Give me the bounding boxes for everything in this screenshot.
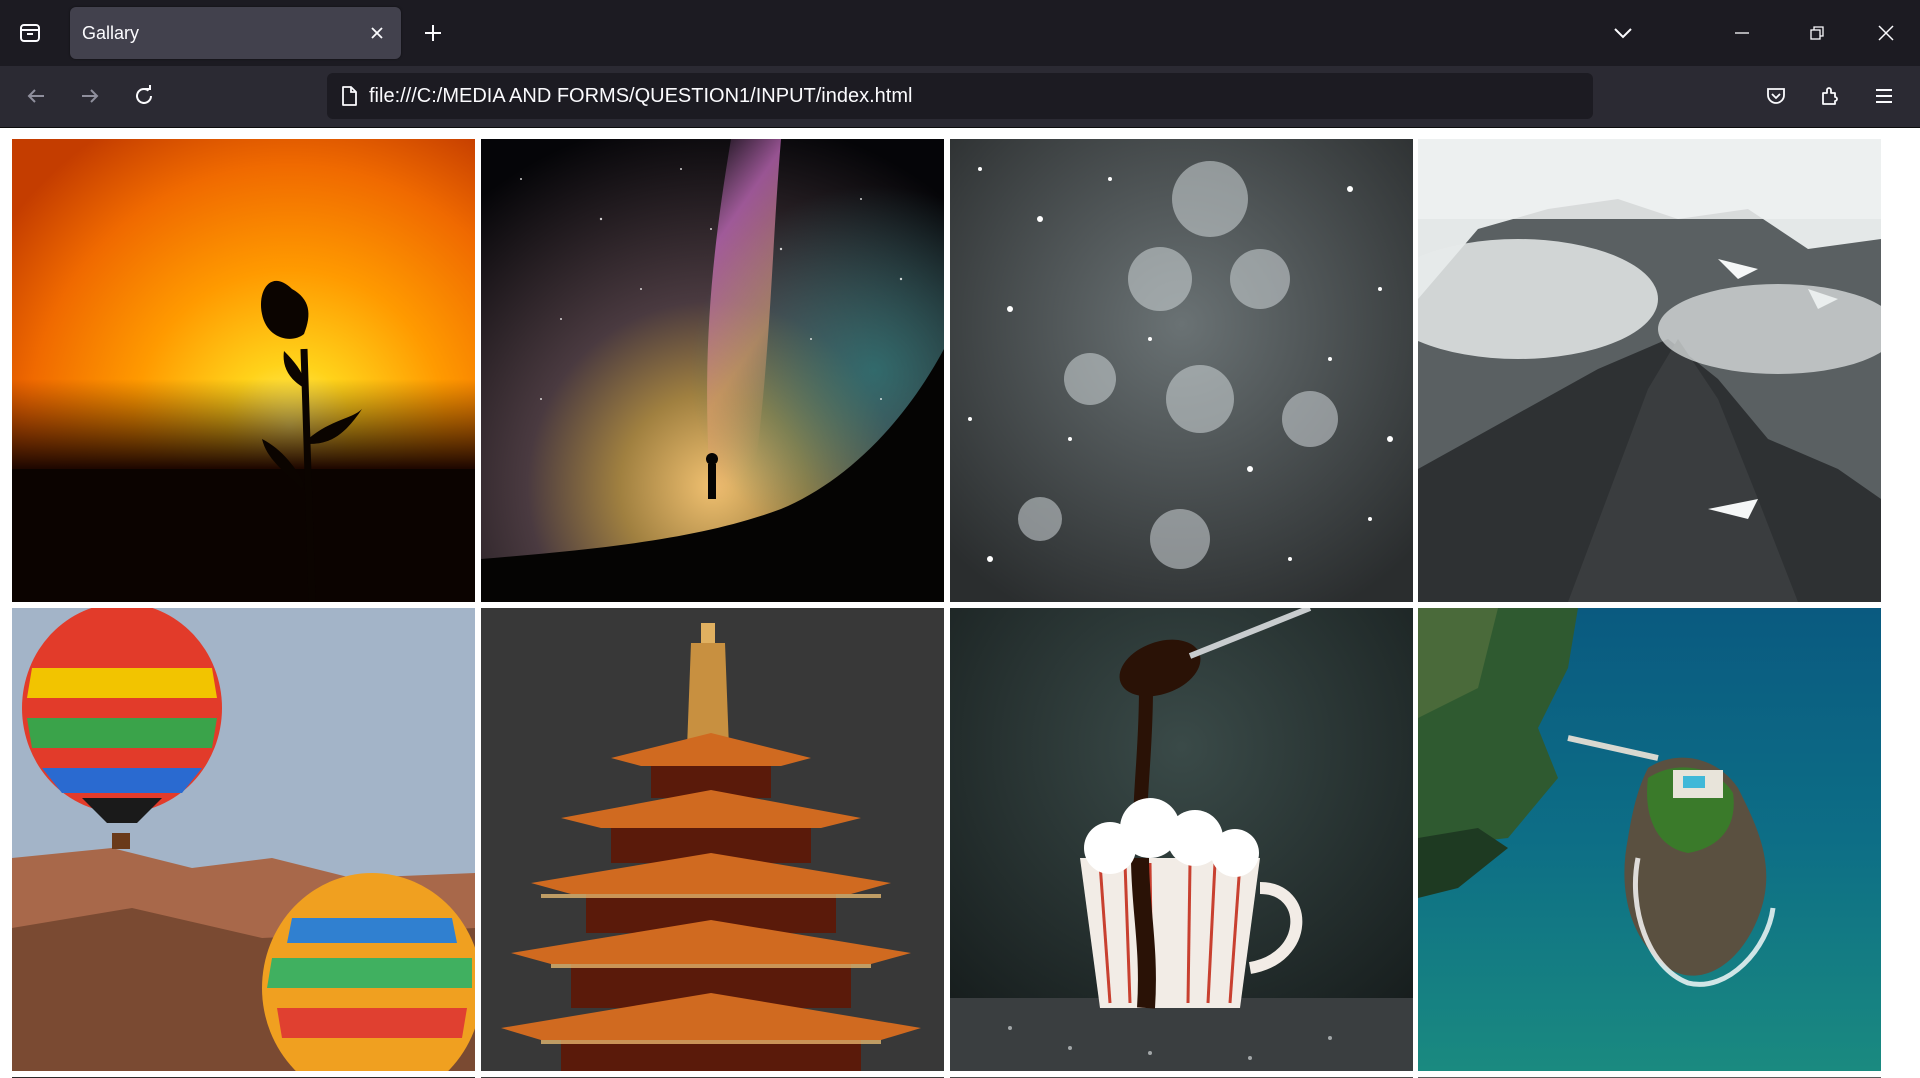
page-content bbox=[0, 128, 1920, 1078]
gallery-image-hot-chocolate[interactable] bbox=[950, 608, 1413, 1071]
tab-title: Gallary bbox=[82, 22, 140, 43]
address-bar[interactable]: file:///C:/MEDIA AND FORMS/QUESTION1/INP… bbox=[327, 73, 1593, 119]
gallery-image-balloons[interactable] bbox=[12, 608, 475, 1071]
minimize-icon[interactable] bbox=[1722, 15, 1762, 51]
restore-icon[interactable] bbox=[1797, 15, 1837, 51]
chevron-down-icon[interactable] bbox=[1605, 15, 1641, 51]
url-text: file:///C:/MEDIA AND FORMS/QUESTION1/INP… bbox=[369, 84, 913, 107]
page-icon bbox=[339, 85, 359, 107]
extensions-icon[interactable] bbox=[1810, 78, 1850, 114]
gallery-image-snow[interactable] bbox=[950, 139, 1413, 602]
gallery-image-milky-way[interactable] bbox=[481, 139, 944, 602]
tab-strip: Gallary bbox=[0, 0, 1920, 66]
back-arrow-icon[interactable] bbox=[16, 78, 56, 114]
reload-icon[interactable] bbox=[124, 78, 164, 114]
gallery-image-island[interactable] bbox=[1418, 608, 1881, 1071]
window-close-icon[interactable] bbox=[1866, 15, 1906, 51]
plus-icon[interactable] bbox=[415, 15, 451, 51]
tab-gallary[interactable]: Gallary bbox=[70, 7, 401, 59]
menu-icon[interactable] bbox=[1864, 78, 1904, 114]
close-icon[interactable] bbox=[361, 17, 393, 49]
tab-overview-icon[interactable] bbox=[12, 15, 48, 51]
pocket-icon[interactable] bbox=[1756, 78, 1796, 114]
gallery-image-sunflower[interactable] bbox=[12, 139, 475, 602]
forward-arrow-icon[interactable] bbox=[70, 78, 110, 114]
gallery-image-mountains[interactable] bbox=[1418, 139, 1881, 602]
gallery-image-pagoda[interactable] bbox=[481, 608, 944, 1071]
